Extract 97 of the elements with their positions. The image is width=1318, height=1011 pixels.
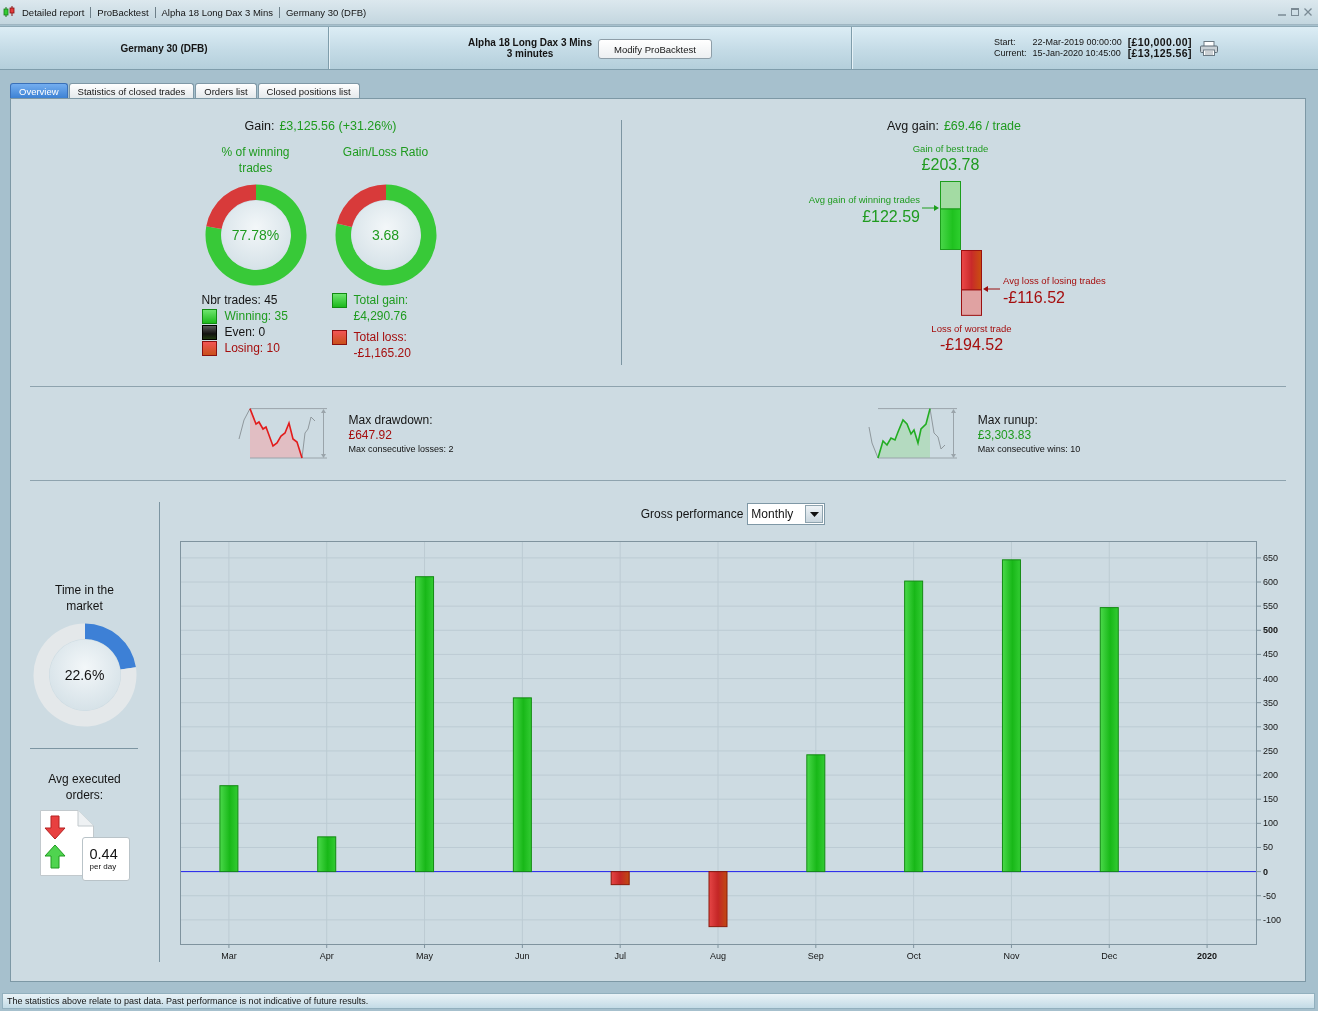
y-axis-label: 400 xyxy=(1263,673,1279,684)
worst-trade-value: -£194.52 xyxy=(939,335,1004,354)
y-axis-label: 0 xyxy=(1263,866,1268,877)
chart-title: Gross performance xyxy=(640,507,744,521)
gauge-reading: 3.68 xyxy=(371,227,400,243)
orders-value: 0.44 xyxy=(89,846,119,862)
total-value: -£1,165.20 xyxy=(353,345,411,361)
avg-win-value: £122.59 xyxy=(862,208,920,227)
x-axis-label: Apr xyxy=(319,951,334,961)
x-axis-label: Dec xyxy=(1101,951,1118,961)
y-axis-label: 600 xyxy=(1263,577,1279,587)
x-axis-label: May xyxy=(416,951,434,961)
y-axis-label: 550 xyxy=(1263,601,1279,612)
gain-label: Gain: xyxy=(244,119,275,134)
gauge-reading: 22.6% xyxy=(64,667,105,683)
avg-gain-value: £69.46 / trade xyxy=(943,119,1022,134)
legend-swatch-icon xyxy=(201,324,217,340)
y-axis-label: -100 xyxy=(1263,914,1281,925)
report-tab[interactable]: Orders list xyxy=(195,83,257,98)
modify-button[interactable]: Modify ProBacktest xyxy=(598,39,712,59)
pointer-arrow xyxy=(922,205,939,212)
avg-loss-value: -£116.52 xyxy=(1003,289,1065,308)
close-icon[interactable] xyxy=(1304,8,1312,16)
candlestick-icon xyxy=(3,6,15,18)
x-axis-label: Oct xyxy=(906,951,921,961)
y-axis-label: 500 xyxy=(1263,625,1279,636)
y-axis-label: 350 xyxy=(1263,697,1279,708)
y-axis-label: -50 xyxy=(1263,890,1276,901)
caret-icon xyxy=(809,511,819,517)
breadcrumb-item[interactable]: ProBacktest xyxy=(90,6,155,18)
y-axis-label: 300 xyxy=(1263,721,1279,732)
y-axis-label: 650 xyxy=(1263,552,1279,563)
orders-title: Avg executed orders: xyxy=(47,771,122,803)
disclaimer-text: The statistics above relate to past data. Past performance is not indicative of future results. xyxy=(7,996,369,1006)
x-axis-label: Nov xyxy=(1003,951,1020,961)
y-axis-label: 250 xyxy=(1263,745,1279,756)
maximize-icon[interactable] xyxy=(1291,8,1299,16)
date-label: Start: xyxy=(994,37,1017,48)
worst-trade-label: Loss of worst trade xyxy=(931,322,1012,335)
total-value: £4,290.76 xyxy=(353,308,408,324)
extreme-value: £647.92 xyxy=(348,428,393,443)
breadcrumb-item[interactable]: Germany 30 (DFB) xyxy=(278,6,373,18)
gauge-reading: 77.78% xyxy=(231,227,280,243)
legend-swatch-icon xyxy=(331,330,347,345)
x-axis-label: Jul xyxy=(614,951,626,961)
time-in-market-title: Time in the market xyxy=(54,582,115,614)
x-axis-label: Aug xyxy=(710,951,726,961)
legend-text: Winning: 35 xyxy=(224,308,288,324)
legend-swatch-icon xyxy=(331,293,347,308)
chart-bar xyxy=(317,836,337,873)
breadcrumb-item[interactable]: Alpha 18 Long Dax 3 Mins xyxy=(154,6,279,18)
x-axis-label: 2020 xyxy=(1197,951,1218,961)
y-axis-label: 450 xyxy=(1263,649,1279,660)
best-trade-value: £203.78 xyxy=(921,156,980,174)
report-tab[interactable]: Statistics of closed trades xyxy=(68,83,195,98)
capital-value: [£13,125.56] xyxy=(1127,48,1192,59)
instrument-name: Germany 30 (DFB) xyxy=(120,42,208,54)
extreme-note: Max consecutive losses: 2 xyxy=(348,443,454,455)
total-label: Total gain: xyxy=(353,292,409,308)
trades-count: Nbr trades: 45 xyxy=(201,292,279,308)
orders-unit: per day xyxy=(89,862,118,872)
y-axis-label: 100 xyxy=(1263,818,1279,829)
legend-text: Losing: 10 xyxy=(224,340,280,356)
gauge-title: % of winning trades xyxy=(220,144,291,176)
chart-bar xyxy=(610,871,630,886)
y-axis-label: 50 xyxy=(1263,842,1273,853)
timeframe-text: 3 minutes xyxy=(506,48,554,59)
gain-value: £3,125.56 (+31.26%) xyxy=(279,119,397,134)
date-label: Current: xyxy=(994,48,1027,59)
best-trade-label: Gain of best trade xyxy=(912,143,989,155)
period-dropdown[interactable]: Monthly xyxy=(747,503,826,525)
extreme-value: £3,303.83 xyxy=(977,428,1033,443)
total-label: Total loss: xyxy=(353,329,408,345)
avg-win-label: Avg gain of winning trades xyxy=(808,194,920,207)
x-axis-label: Sep xyxy=(807,951,824,961)
report-tab[interactable]: Closed positions list xyxy=(257,83,360,98)
y-axis-label: 200 xyxy=(1263,770,1279,781)
capital-value: [£10,000.00] xyxy=(1127,37,1192,48)
x-axis-label: Mar xyxy=(221,951,237,961)
extreme-note: Max consecutive wins: 10 xyxy=(977,443,1081,455)
avg-loss-label: Avg loss of losing trades xyxy=(1003,275,1106,288)
strategy-name: Alpha 18 Long Dax 3 Mins xyxy=(468,37,593,48)
breadcrumb-item[interactable]: Detailed report xyxy=(16,6,91,18)
date-value: 22-Mar-2019 00:00:00 xyxy=(1032,37,1122,48)
legend-text: Even: 0 xyxy=(224,324,266,340)
chart-bar xyxy=(708,871,728,928)
extreme-title: Max drawdown: xyxy=(348,412,434,428)
printer-icon[interactable] xyxy=(1200,40,1218,56)
x-axis-label: Jun xyxy=(515,951,530,961)
pointer-arrow xyxy=(983,286,1000,293)
legend-swatch-icon xyxy=(201,308,217,324)
y-axis-label: 150 xyxy=(1263,794,1279,805)
gauge-title: Gain/Loss Ratio xyxy=(342,144,429,161)
avg-gain-label: Avg gain: xyxy=(886,119,939,134)
extreme-title: Max runup: xyxy=(977,412,1039,428)
date-value: 15-Jan-2020 10:45:00 xyxy=(1032,48,1122,59)
legend-swatch-icon xyxy=(201,340,217,356)
